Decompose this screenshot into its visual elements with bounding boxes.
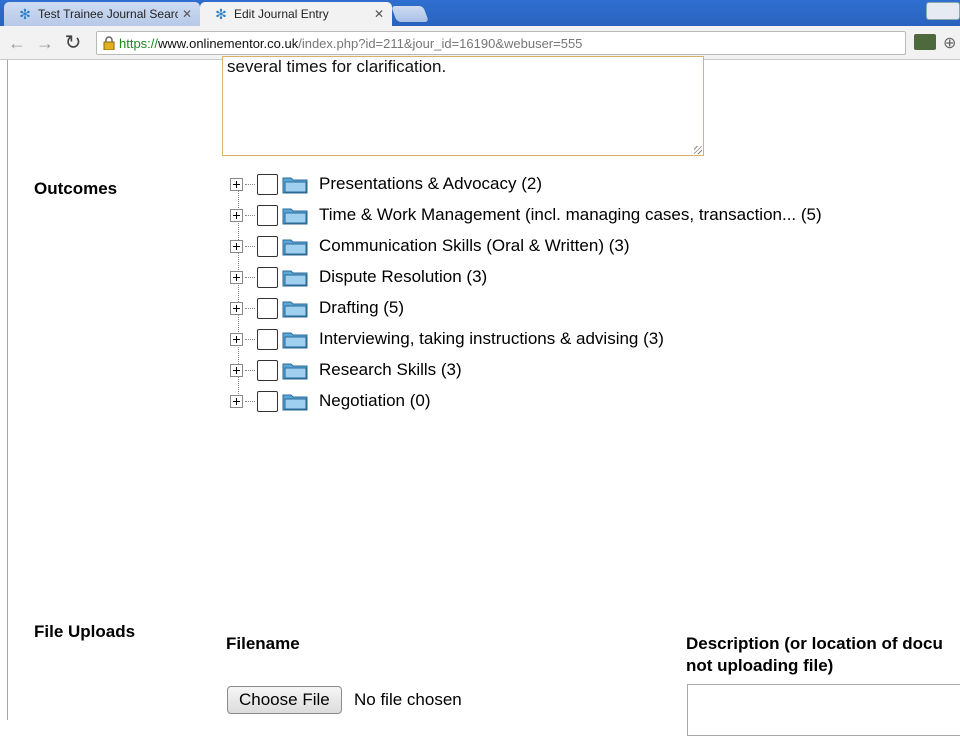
outcome-label[interactable]: Dispute Resolution (3): [319, 267, 487, 287]
tab-test-trainee-journal-search[interactable]: ✻ Test Trainee Journal Search ✕: [4, 2, 200, 26]
expand-icon[interactable]: [230, 270, 243, 284]
choose-file-button[interactable]: Choose File: [227, 686, 342, 714]
tab-title: Test Trainee Journal Search: [38, 7, 178, 21]
folder-icon: [282, 394, 308, 411]
outcome-label[interactable]: Research Skills (3): [319, 360, 462, 380]
expand-icon[interactable]: [230, 394, 243, 408]
tab-title: Edit Journal Entry: [234, 7, 329, 21]
browser-tab-strip: ✻ Test Trainee Journal Search ✕ ✻ Edit J…: [0, 0, 960, 26]
outcome-checkbox[interactable]: [257, 235, 278, 257]
outcome-label[interactable]: Drafting (5): [319, 298, 404, 318]
tree-connector: [245, 214, 255, 216]
extension-icon[interactable]: [914, 34, 936, 50]
forward-arrow-icon[interactable]: →: [34, 32, 56, 54]
tree-connector: [245, 307, 255, 309]
description-header-line: not uploading file): [686, 656, 834, 675]
file-uploads-label: File Uploads: [34, 622, 136, 641]
address-bar[interactable]: https://www.onlinementor.co.uk/index.php…: [96, 31, 906, 55]
back-arrow-icon[interactable]: ←: [6, 32, 28, 54]
page-border: [7, 60, 8, 720]
close-icon[interactable]: ✕: [374, 7, 384, 21]
folder-icon: [282, 363, 308, 380]
description-header: Description (or location of docu not upl…: [686, 633, 943, 677]
expand-icon[interactable]: [230, 239, 243, 253]
expand-icon[interactable]: [230, 177, 243, 191]
url-scheme: https://: [119, 35, 159, 51]
folder-icon: [282, 301, 308, 318]
no-file-chosen-text: No file chosen: [354, 690, 462, 709]
outcome-node: Presentations & Advocacy (2): [230, 172, 542, 196]
url-domain: www.onlinementor.co.uk: [158, 35, 299, 51]
tree-connector: [245, 245, 255, 247]
folder-icon: [282, 239, 308, 256]
outcome-checkbox[interactable]: [257, 390, 278, 412]
outcome-node: Drafting (5): [230, 296, 404, 320]
page-content: several times for clarification. Outcome…: [0, 56, 960, 736]
tree-connector: [245, 183, 255, 185]
outcome-node: Research Skills (3): [230, 358, 462, 382]
folder-icon: [282, 332, 308, 349]
outcome-checkbox[interactable]: [257, 359, 278, 381]
outcome-label[interactable]: Time & Work Management (incl. managing c…: [319, 205, 822, 225]
outcome-checkbox[interactable]: [257, 173, 278, 195]
expand-icon[interactable]: [230, 208, 243, 222]
outcomes-label: Outcomes: [34, 179, 118, 198]
description-input[interactable]: [687, 684, 960, 736]
outcome-node: Time & Work Management (incl. managing c…: [230, 203, 822, 227]
close-icon[interactable]: ✕: [182, 7, 192, 21]
outcome-node: Negotiation (0): [230, 389, 431, 413]
minimize-window-button[interactable]: [926, 2, 960, 20]
tree-connector: [245, 276, 255, 278]
journal-entry-textarea[interactable]: several times for clarification.: [222, 56, 704, 156]
filename-header: Filename: [226, 634, 300, 653]
outcome-label[interactable]: Interviewing, taking instructions & advi…: [319, 329, 664, 349]
outcome-checkbox[interactable]: [257, 297, 278, 319]
lock-icon: [103, 36, 115, 50]
outcome-checkbox[interactable]: [257, 266, 278, 288]
expand-icon[interactable]: [230, 301, 243, 315]
resize-grip-icon[interactable]: [694, 146, 702, 154]
tab-edit-journal-entry[interactable]: ✻ Edit Journal Entry ✕: [200, 2, 392, 26]
textarea-text: several times for clarification.: [227, 57, 447, 76]
outcome-checkbox[interactable]: [257, 204, 278, 226]
folder-icon: [282, 208, 308, 225]
tree-connector: [245, 400, 255, 402]
site-favicon-icon: ✻: [215, 6, 227, 22]
outcome-checkbox[interactable]: [257, 328, 278, 350]
expand-icon[interactable]: [230, 332, 243, 346]
outcome-label[interactable]: Communication Skills (Oral & Written) (3…: [319, 236, 629, 256]
tree-connector: [245, 338, 255, 340]
reload-icon[interactable]: ↻: [62, 32, 84, 54]
browser-toolbar: ← → ↻ https://www.onlinementor.co.uk/ind…: [0, 26, 960, 60]
site-favicon-icon: ✻: [19, 6, 31, 22]
folder-icon: [282, 177, 308, 194]
outcome-node: Communication Skills (Oral & Written) (3…: [230, 234, 629, 258]
tree-connector: [245, 369, 255, 371]
outcome-label[interactable]: Presentations & Advocacy (2): [319, 174, 542, 194]
new-tab-button[interactable]: [391, 6, 429, 22]
expand-icon[interactable]: [230, 363, 243, 377]
url-path: /index.php?id=211&jour_id=16190&webuser=…: [298, 35, 583, 51]
outcome-node: Interviewing, taking instructions & advi…: [230, 327, 664, 351]
folder-icon: [282, 270, 308, 287]
outcome-node: Dispute Resolution (3): [230, 265, 487, 289]
outcome-label[interactable]: Negotiation (0): [319, 391, 431, 411]
description-header-line: Description (or location of docu: [686, 634, 943, 653]
zoom-icon[interactable]: ⊕: [943, 33, 956, 53]
